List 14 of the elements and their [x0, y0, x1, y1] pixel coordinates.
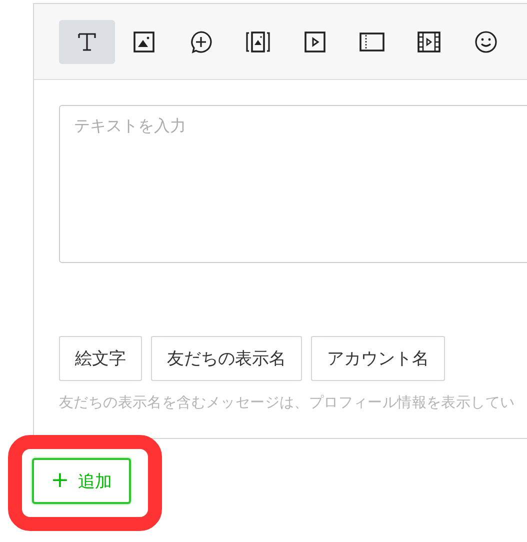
carousel-icon: [245, 30, 271, 52]
chat-add-icon: [189, 30, 213, 54]
film-icon: [417, 30, 441, 52]
coupon-icon: [359, 32, 385, 52]
insert-button[interactable]: 友だちの表示名: [151, 336, 302, 381]
message-input-field[interactable]: テキストを入力: [59, 105, 527, 263]
text-icon: [76, 30, 98, 52]
insert-button[interactable]: アカウント名: [311, 336, 445, 381]
text-tool-button[interactable]: [59, 20, 115, 64]
image-icon: [133, 30, 155, 52]
insert-button[interactable]: 絵文字: [59, 336, 142, 381]
video-icon: [304, 30, 326, 52]
smiley-icon: [474, 30, 498, 54]
hint-text: 友だちの表示名を含むメッセージは、プロフィール情報を表示してい: [59, 394, 516, 412]
